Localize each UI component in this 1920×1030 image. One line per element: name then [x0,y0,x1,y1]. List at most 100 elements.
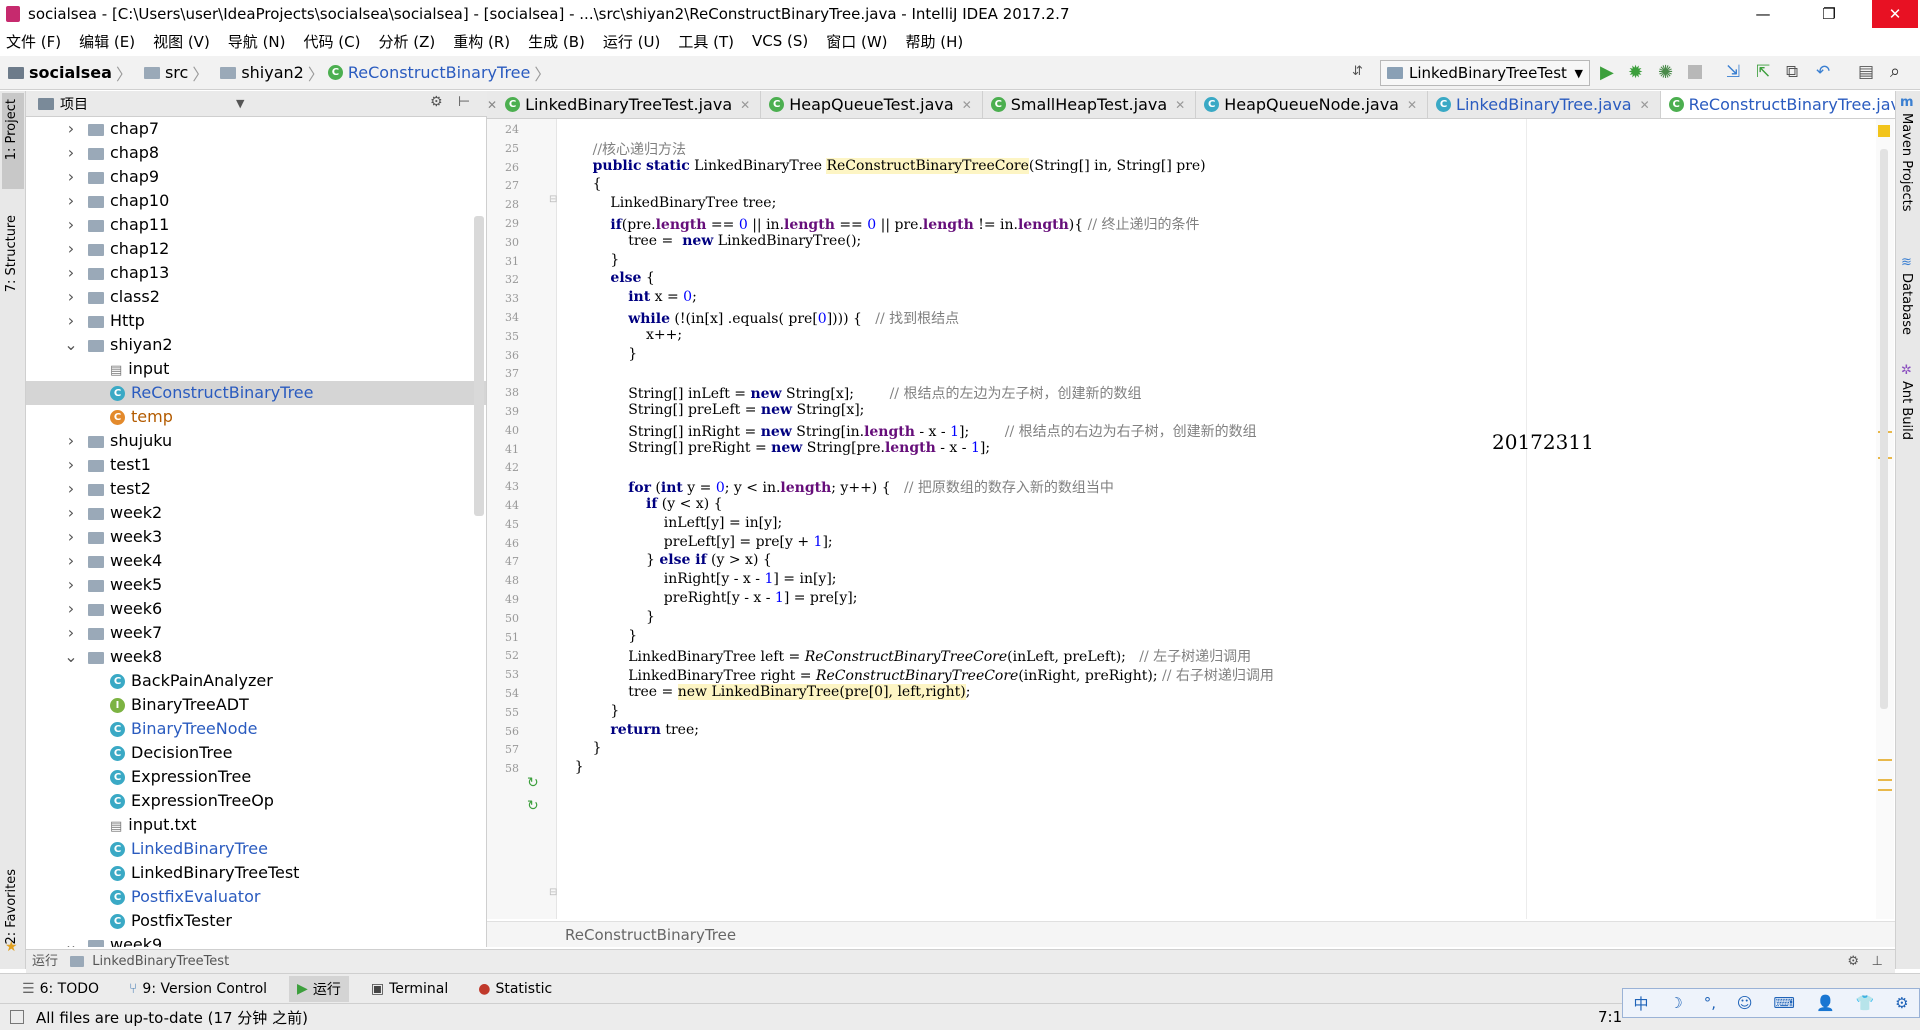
tool-tab-structure[interactable]: 7: Structure [4,215,19,292]
editor-tab[interactable]: C LinkedBinaryTree.java ✕ [1428,91,1661,118]
tool-tab-ant-build[interactable]: Ant Build [1899,381,1914,440]
chevron-right-icon[interactable]: › [64,621,78,645]
ime-skin-icon[interactable]: 👕 [1856,994,1875,1012]
chevron-right-icon[interactable]: › [64,525,78,549]
close-tab-icon[interactable]: ✕ [1407,98,1417,112]
code-line[interactable]: public static LinkedBinaryTree ReConstru… [557,157,1206,174]
recursive-call-icon[interactable]: ↻ [527,798,539,814]
tree-item[interactable]: C ExpressionTree [26,765,486,789]
code-line[interactable]: } [557,703,619,719]
warning-marker[interactable] [1878,779,1892,781]
close-tab-icon[interactable]: ✕ [1175,98,1185,112]
project-structure-icon[interactable]: ▤ [1858,62,1874,82]
code-line[interactable]: String[] inRight = new String[in.length … [557,421,1256,441]
gear-icon[interactable]: ⚙ [1847,950,1859,974]
chevron-right-icon[interactable]: › [64,477,78,501]
code-line[interactable]: tree = new LinkedBinaryTree(); [557,233,861,249]
editor-tab[interactable]: C SmallHeapTest.java ✕ [983,91,1197,118]
run-config-select[interactable]: LinkedBinaryTreeTest ▼ [1380,60,1590,86]
tree-item[interactable]: › chap7 [26,117,486,141]
chevron-right-icon[interactable]: › [64,549,78,573]
minimize-panel-icon[interactable]: ⊥ [1872,950,1883,974]
code-line[interactable]: LinkedBinaryTree left = ReConstructBinar… [557,646,1251,666]
chevron-right-icon[interactable]: › [64,309,78,333]
tool-tab-project[interactable]: 1: Project [4,99,19,160]
ime-settings-icon[interactable]: ⚙ [1895,994,1908,1012]
menu-item[interactable]: 视图 (V) [153,31,210,52]
code-line[interactable]: return tree; [557,722,699,738]
project-panel-title[interactable]: 项目 [60,94,88,114]
chevron-right-icon[interactable]: › [64,597,78,621]
tree-item[interactable]: C PostfixTester [26,909,486,933]
chevron-right-icon[interactable]: › [64,189,78,213]
tool-tab-database[interactable]: Database [1899,273,1914,335]
code-line[interactable]: int x = 0; [557,289,697,305]
code-line[interactable]: else { [557,270,654,286]
chevron-right-icon[interactable]: › [64,453,78,477]
tree-item[interactable]: C BinaryTreeNode [26,717,486,741]
tree-item[interactable]: › test2 [26,477,486,501]
menu-item[interactable]: VCS (S) [752,32,808,50]
code-line[interactable]: while (!(in[x] .equals( pre[0]))) { // 找… [557,308,959,328]
vcs-commit-icon[interactable]: ⇱ [1756,62,1770,82]
tool-tab-favorites[interactable]: 2: Favorites [4,869,19,945]
menu-item[interactable]: 生成 (B) [528,31,585,52]
chevron-right-icon[interactable]: › [64,165,78,189]
tool-window-button[interactable]: ☰ 6: TODO [14,976,107,1002]
warning-marker[interactable] [1878,789,1892,791]
tree-item[interactable]: › week3 [26,525,486,549]
chevron-right-icon[interactable]: › [64,501,78,525]
chevron-right-icon[interactable]: › [64,285,78,309]
code-line[interactable]: preLeft[y] = pre[y + 1]; [557,534,833,550]
crumb-package[interactable]: shiyan2 [241,63,304,82]
tool-window-button[interactable]: ▶ 运行 [289,975,349,1002]
status-toggle-icon[interactable] [10,1010,24,1024]
code-line[interactable]: if(pre.length == 0 || in.length == 0 || … [557,214,1199,234]
menu-item[interactable]: 编辑 (E) [79,31,135,52]
editor-scrollbar[interactable] [1880,149,1888,709]
tree-item[interactable]: C LinkedBinaryTree [26,837,486,861]
chevron-right-icon[interactable]: › [64,141,78,165]
run-panel-config[interactable]: LinkedBinaryTreeTest [92,954,229,969]
revert-icon[interactable]: ↶ [1816,62,1830,82]
tree-item[interactable]: › chap9 [26,165,486,189]
editor-breadcrumb[interactable]: ReConstructBinaryTree [487,921,1895,947]
chevron-right-icon[interactable]: › [64,117,78,141]
gear-icon[interactable]: ⚙ [430,94,443,110]
menu-item[interactable]: 分析 (Z) [378,31,435,52]
tool-window-button[interactable]: ● Statistic [470,976,560,1002]
tree-item[interactable]: › chap10 [26,189,486,213]
warning-marker[interactable] [1878,759,1892,761]
tree-item[interactable]: C DecisionTree [26,741,486,765]
tree-item[interactable]: › week7 [26,621,486,645]
warning-icon[interactable] [1878,125,1890,137]
editor-tab[interactable]: C LinkedBinaryTreeTest.java ✕ [497,91,762,118]
ime-user-icon[interactable]: 👤 [1816,994,1835,1012]
close-tab-icon[interactable]: ✕ [1640,98,1650,112]
minimize-button[interactable]: — [1740,0,1786,28]
code-line[interactable]: LinkedBinaryTree tree; [557,195,776,211]
crumb-project[interactable]: socialsea [29,63,112,82]
tree-item[interactable]: › chap12 [26,237,486,261]
run-icon[interactable]: ▶ [1600,62,1614,83]
code-line[interactable]: } [557,628,637,644]
tree-item[interactable]: › chap11 [26,213,486,237]
chevron-right-icon[interactable]: › [64,261,78,285]
tree-item[interactable]: › week2 [26,501,486,525]
code-line[interactable]: } [557,252,619,268]
error-stripe[interactable] [1876,119,1894,919]
tree-item[interactable]: › chap13 [26,261,486,285]
tree-item[interactable]: C ExpressionTreeOp [26,789,486,813]
sort-icon[interactable]: ⇵ [1352,64,1363,79]
search-icon[interactable]: ⌕ [1890,61,1900,82]
stop-icon[interactable] [1688,65,1702,79]
vcs-compare-icon[interactable]: ⧉ [1786,62,1798,82]
chevron-right-icon[interactable]: › [64,237,78,261]
tool-tab-maven[interactable]: Maven Projects [1899,113,1914,212]
tree-item[interactable]: ⌄ week8 [26,645,486,669]
menu-item[interactable]: 导航 (N) [228,31,286,52]
tool-window-button[interactable]: ▣ Terminal [363,976,456,1002]
chevron-down-icon[interactable]: ⌄ [64,645,78,669]
tree-item[interactable]: › shujuku [26,429,486,453]
ime-chinese-icon[interactable]: 中 [1633,993,1648,1014]
